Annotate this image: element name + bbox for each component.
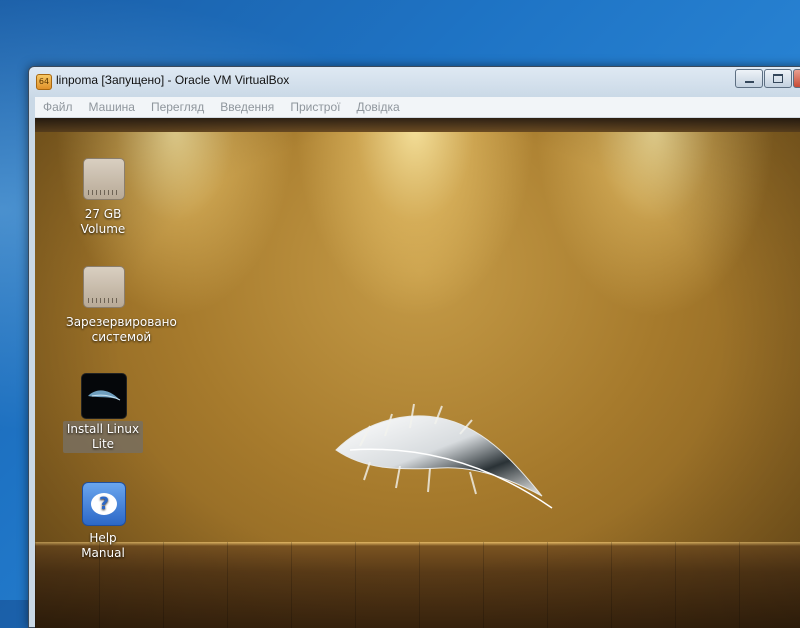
window-controls: ✕ [734,69,800,88]
menu-machine[interactable]: Машина [81,97,143,117]
virtualbox-app-icon: 64 [36,74,52,90]
menu-view[interactable]: Перегляд [143,97,212,117]
maximize-button[interactable] [764,69,792,88]
menu-devices[interactable]: Пристрої [282,97,348,117]
desktop-icon-reserved-volume[interactable]: Зарезервировано системой [63,266,177,346]
minimize-icon [744,80,754,83]
desktop-icon-label: Install Linux Lite [63,421,143,453]
menu-input[interactable]: Введення [212,97,282,117]
window-title: linpoma [Запущено] - Oracle VM VirtualBo… [56,73,290,87]
desktop-icon-help-manual[interactable]: ? Help Manual [63,482,143,562]
desktop-icon-27gb-volume[interactable]: 27 GB Volume [63,158,143,238]
window-titlebar[interactable]: 64 linpoma [Запущено] - Oracle VM Virtua… [29,67,800,95]
menu-file[interactable]: Файл [35,97,81,117]
maximize-icon [773,74,783,83]
virtualbox-window: 64 linpoma [Запущено] - Oracle VM Virtua… [28,66,800,628]
help-icon: ? [81,482,126,526]
linux-lite-icon [81,373,127,419]
feather-logo-icon [335,403,553,509]
desktop-icon-install-linux-lite[interactable]: Install Linux Lite [63,373,143,453]
desktop-icon-label: Зарезервировано системой [66,315,177,344]
drive-icon [81,266,125,310]
menu-bar: Файл Машина Перегляд Введення Пристрої Д… [35,97,800,118]
minimize-button[interactable] [735,69,763,88]
wallpaper-vignette [35,118,800,628]
close-button[interactable]: ✕ [793,69,800,88]
menu-help[interactable]: Довідка [349,97,408,117]
drive-icon [81,158,125,202]
guest-desktop[interactable]: 27 GB Volume Зарезервировано системой In… [35,118,800,628]
desktop-icon-label: Help Manual [81,531,125,560]
desktop-icon-label: 27 GB Volume [80,207,126,236]
